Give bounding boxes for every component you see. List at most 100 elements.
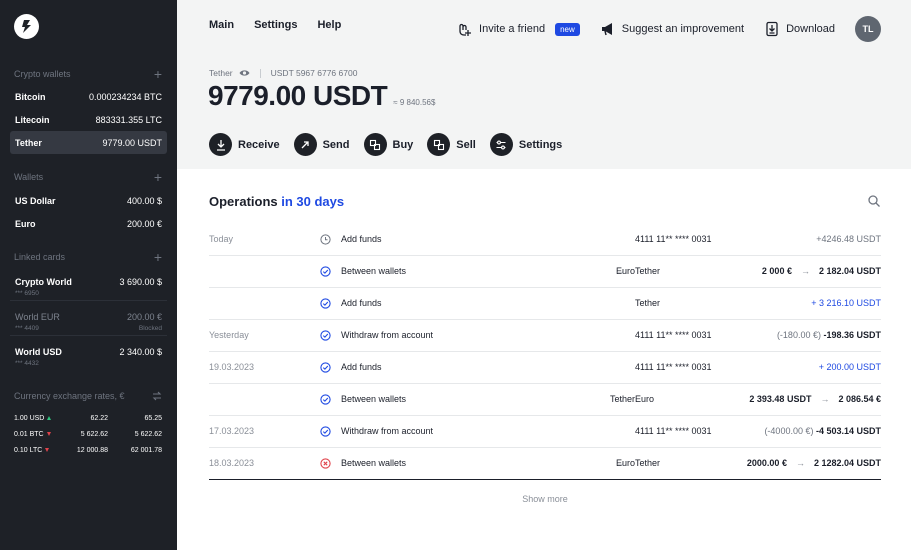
add-wallet-plus-icon[interactable]: + (154, 170, 162, 184)
balance-approx: ≈ 9 840.56$ (393, 98, 436, 107)
account-number: USDT 5967 6776 6700 (270, 68, 358, 78)
invite-friend-button[interactable]: Invite a friend new (457, 21, 580, 37)
operation-description: Add funds (341, 362, 382, 372)
card-balance: 200.00 € (126, 312, 162, 322)
card-name: Crypto World (15, 277, 72, 287)
top-actions: Invite a friend new Suggest an improveme… (437, 16, 881, 42)
rate-row-btc: 0.01 BTC 5 622.62 5 622.62 (0, 426, 177, 442)
amount-original: (-4000.00 €) (764, 426, 816, 436)
operation-target: 4111 11** **** 0031 (635, 234, 712, 244)
check-circle-icon (320, 298, 331, 309)
rate-pair: 1.00 USD (14, 414, 45, 422)
app-logo[interactable] (14, 14, 39, 39)
nav-settings[interactable]: Settings (254, 19, 297, 31)
operation-date: Yesterday (209, 330, 249, 340)
card-number: *** 4432 (15, 360, 39, 367)
operation-row[interactable]: 17.03.2023 Withdraw from account 4111 11… (209, 416, 881, 448)
amount-to: 2 1282.04 USDT (813, 458, 881, 468)
sidebar-item-bitcoin[interactable]: Bitcoin 0.000234234 BTC (10, 85, 167, 108)
check-circle-icon (320, 362, 331, 373)
account-settings-button[interactable]: Settings (489, 133, 563, 156)
check-circle-icon (320, 362, 331, 373)
check-circle-icon (320, 394, 331, 405)
nav-main[interactable]: Main (209, 19, 234, 31)
user-avatar[interactable]: TL (855, 16, 881, 42)
main-nav: Main Settings Help (209, 19, 341, 31)
swap-arrows-icon[interactable] (152, 391, 162, 401)
card-number: *** 4409 (15, 325, 39, 332)
wallets-heading: Wallets (14, 172, 44, 182)
amount-from: 2 393.48 USDT (749, 394, 812, 404)
divider (259, 68, 261, 78)
sidebar-item-euro[interactable]: Euro 200.00 € (10, 212, 167, 235)
wallet-balance: 0.000234234 BTC (88, 91, 162, 102)
eye-icon[interactable] (239, 69, 250, 77)
check-circle-icon (320, 426, 331, 437)
rate-sell: 65.25 (144, 414, 162, 422)
operation-row[interactable]: 19.03.2023 Add funds 4111 11** **** 0031… (209, 352, 881, 384)
operations-period-filter[interactable]: in 30 days (281, 194, 344, 209)
operation-description: Withdraw from account (341, 330, 434, 340)
check-circle-icon (320, 298, 331, 309)
wallet-name: Euro (15, 218, 36, 229)
operation-amount: + 200.00 USDT (818, 362, 881, 372)
operation-amount: +4246.48 USDT (816, 234, 881, 244)
operation-target: Tether (635, 298, 661, 308)
rate-pair: 0.01 BTC (14, 430, 44, 438)
sell-button[interactable]: Sell (427, 133, 476, 156)
operation-row[interactable]: 18.03.2023 Between wallets Euro → Tether… (209, 448, 881, 480)
lightning-logo-icon (22, 20, 31, 33)
operation-target: 4111 11** **** 0031 (635, 362, 712, 372)
operation-row[interactable]: Yesterday Withdraw from account 4111 11*… (209, 320, 881, 352)
operation-row[interactable]: Between wallets Euro → Tether 2 000 € → 2 … (209, 256, 881, 288)
check-circle-icon (320, 426, 331, 437)
rate-buy: 12 000.88 (76, 446, 108, 454)
sidebar-card-crypto-world[interactable]: Crypto World 3 690.00 $ *** 6950 (10, 273, 167, 301)
operation-date: 18.03.2023 (209, 458, 255, 468)
operation-date: Today (209, 234, 234, 244)
add-card-plus-icon[interactable]: + (154, 250, 162, 264)
sidebar-item-us-dollar[interactable]: US Dollar 400.00 $ (10, 189, 167, 212)
show-more-link[interactable]: Show more (209, 494, 881, 504)
search-icon[interactable] (867, 194, 881, 208)
sell-label: Sell (456, 138, 476, 151)
operation-row[interactable]: Today Add funds 4111 11** **** 0031 +424… (209, 224, 881, 256)
amount-arrow-icon: → (795, 458, 805, 468)
send-button[interactable]: Send (293, 133, 350, 156)
check-circle-icon (320, 266, 331, 277)
megaphone-icon (601, 23, 612, 36)
operation-row[interactable]: Add funds Tether + 3 216.10 USDT (209, 288, 881, 320)
sidebar-item-litecoin[interactable]: Litecoin 883331.355 LTC (10, 108, 167, 131)
operation-amount: (-180.00 €) -198.36 USDT (777, 320, 881, 351)
download-button[interactable]: Download (764, 21, 835, 37)
receive-button[interactable]: Receive (209, 133, 280, 156)
sidebar-item-tether[interactable]: Tether 9779.00 USDT (10, 131, 167, 154)
buy-button[interactable]: Buy (363, 133, 413, 156)
operation-row[interactable]: Between wallets Tether → Euro 2 393.48 U… (209, 384, 881, 416)
clock-icon (320, 234, 331, 245)
wallet-balance: 400.00 $ (126, 195, 162, 206)
operation-date: 17.03.2023 (209, 426, 255, 436)
add-crypto-wallet-plus-icon[interactable]: + (154, 67, 162, 81)
operations-heading: Operations (209, 194, 278, 209)
amount-original: (-180.00 €) (776, 330, 824, 340)
rate-down-arrow-icon (46, 432, 51, 436)
sidebar-card-world-eur[interactable]: World EUR 200.00 € *** 4409 Blocked (10, 308, 167, 336)
receive-download-icon (216, 139, 225, 151)
nav-help[interactable]: Help (317, 19, 341, 31)
settings-label: Settings (518, 138, 563, 151)
operations-table: Today Add funds 4111 11** **** 0031 +424… (209, 224, 881, 480)
linked-cards-section: Linked cards + Crypto World 3 690.00 $ *… (0, 249, 177, 371)
operation-target: 4111 11** **** 0031 (635, 426, 712, 436)
operation-description: Between wallets (341, 266, 407, 276)
wallet-balance: 9779.00 USDT (102, 137, 162, 148)
operation-date: 19.03.2023 (209, 362, 255, 372)
exchange-rates-section: Currency exchange rates, € 1.00 USD 62.2… (0, 388, 177, 458)
operation-amount: (-4000.00 €) -4 503.14 USDT (764, 416, 881, 447)
suggest-improvement-label: Suggest an improvement (621, 23, 745, 35)
suggest-improvement-button[interactable]: Suggest an improvement (600, 21, 744, 37)
sidebar-card-world-usd[interactable]: World USD 2 340.00 $ *** 4432 (10, 343, 167, 371)
send-label: Send (322, 138, 350, 151)
card-number: *** 6950 (15, 290, 39, 297)
check-circle-icon (320, 330, 331, 341)
